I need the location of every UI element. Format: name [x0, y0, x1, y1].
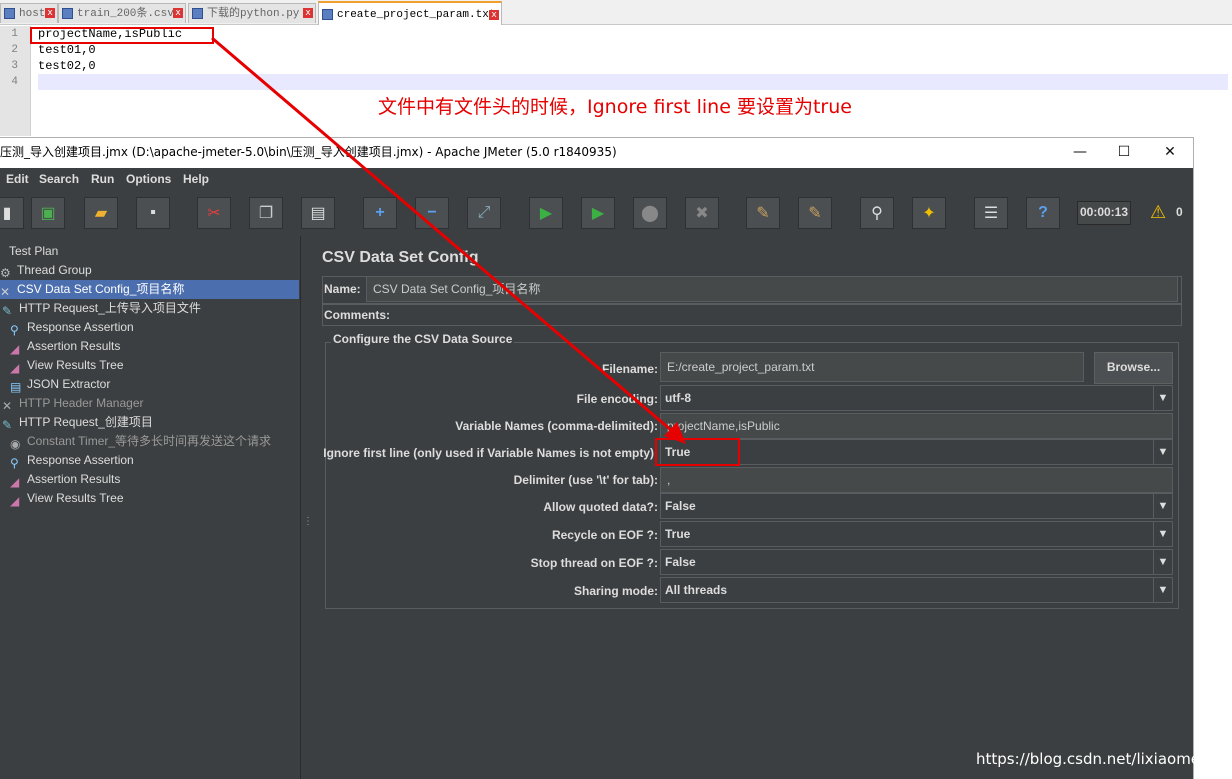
watermark: https://blog.csdn.net/lixiaomei0623: [976, 750, 1232, 768]
annotation-arrow: [211, 36, 686, 444]
